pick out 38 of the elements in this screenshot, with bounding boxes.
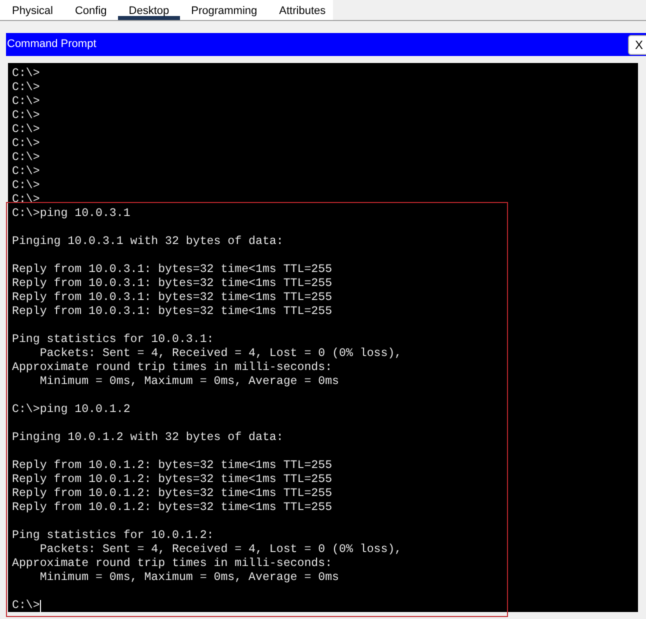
console-line: Reply from 10.0.3.1: bytes=32 time<1ms TTL=255 — [12, 277, 332, 291]
console-line: Approximate round trip times in milli-seconds: — [12, 361, 332, 375]
tab[interactable]: Attributes — [268, 0, 337, 20]
console-line: Packets: Sent = 4, Received = 4, Lost = 0 (0% loss), — [38, 347, 402, 361]
console-line: Reply from 10.0.3.1: bytes=32 time<1ms TTL=255 — [12, 291, 332, 305]
close-button[interactable]: X — [628, 35, 646, 55]
console-line: C:\> — [12, 151, 40, 165]
console-line: Pinging 10.0.1.2 with 32 bytes of data: — [12, 431, 284, 445]
console-line: C:\> — [12, 109, 40, 123]
console-line: Ping statistics for 10.0.1.2: — [12, 529, 214, 543]
tab[interactable]: Programming — [180, 0, 268, 20]
console-line: Approximate round trip times in milli-seconds: — [12, 557, 332, 571]
console-line: C:\> — [12, 193, 40, 207]
console-line: Packets: Sent = 4, Received = 4, Lost = 0 (0% loss), — [38, 543, 402, 557]
tab[interactable]: Config — [64, 0, 118, 20]
console-line: C:\> — [12, 137, 40, 151]
console-line: Minimum = 0ms, Maximum = 0ms, Average = 0ms — [38, 571, 339, 585]
console-line: Reply from 10.0.1.2: bytes=32 time<1ms TTL=255 — [12, 501, 332, 515]
console-line: Minimum = 0ms, Maximum = 0ms, Average = 0ms — [38, 375, 339, 389]
console-line: Reply from 10.0.1.2: bytes=32 time<1ms TTL=255 — [12, 473, 332, 487]
console-line: C:\> — [12, 67, 40, 81]
console-line: Reply from 10.0.3.1: bytes=32 time<1ms TTL=255 — [12, 305, 332, 319]
console-line: C:\> — [12, 81, 40, 95]
console-line: Reply from 10.0.1.2: bytes=32 time<1ms TTL=255 — [12, 459, 332, 473]
console-line: Reply from 10.0.3.1: bytes=32 time<1ms TTL=255 — [12, 263, 332, 277]
console-line: C:\> — [12, 165, 40, 179]
console-line: Reply from 10.0.1.2: bytes=32 time<1ms TTL=255 — [12, 487, 332, 501]
tab[interactable]: Physical — [1, 0, 64, 20]
console-prompt: C:\> — [12, 599, 40, 612]
console-line: Pinging 10.0.3.1 with 32 bytes of data: — [12, 235, 284, 249]
console-line: C:\> — [12, 179, 40, 193]
console-line: C:\> — [12, 95, 40, 109]
tab[interactable]: Desktop — [118, 0, 180, 20]
console-line: C:\>ping 10.0.3.1 — [12, 207, 130, 221]
console-line: C:\>ping 10.0.1.2 — [12, 403, 130, 417]
console-line: C:\> — [12, 123, 40, 137]
window-title: Command Prompt — [6, 37, 96, 52]
console-line: Ping statistics for 10.0.3.1: — [12, 333, 214, 347]
